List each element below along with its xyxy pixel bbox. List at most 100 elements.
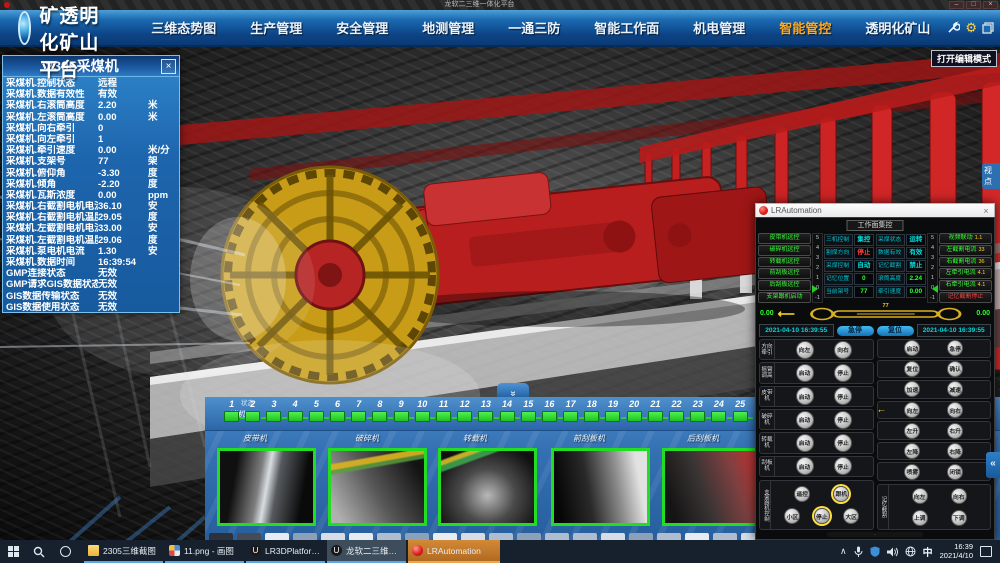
segment-indicator[interactable]	[288, 411, 303, 422]
round-button-a[interactable]: 加速	[904, 381, 920, 397]
microphone-icon[interactable]	[854, 546, 863, 557]
viewpoint-tab[interactable]: 视点	[982, 163, 1000, 189]
lr-close-icon[interactable]: ×	[980, 206, 992, 216]
segment-indicator[interactable]	[457, 411, 472, 422]
nav-item[interactable]: 透明化矿山	[848, 18, 947, 37]
round-button-b[interactable]: 停止	[834, 457, 852, 475]
panel-collapse-tab[interactable]: «	[986, 452, 1000, 478]
segment-indicator[interactable]	[394, 411, 409, 422]
search-button[interactable]	[26, 540, 52, 563]
segment-indicator[interactable]	[478, 411, 493, 422]
segment-indicator[interactable]	[648, 411, 663, 422]
segment-indicator[interactable]	[330, 411, 345, 422]
segment-indicator[interactable]	[669, 411, 684, 422]
round-button-b[interactable]: 向右	[947, 402, 963, 418]
strip-collapse-button[interactable]: »	[497, 383, 529, 397]
round-button-a[interactable]: 上调	[912, 510, 928, 526]
taskbar-task[interactable]: 龙软二三维一体化...	[327, 540, 406, 563]
round-button-b[interactable]: 闭锁	[947, 464, 963, 480]
round-button-b[interactable]: 向右	[951, 488, 967, 504]
nav-item[interactable]: 地测管理	[405, 18, 491, 37]
round-button-a[interactable]: 启动	[796, 457, 814, 475]
segment-indicator[interactable]	[436, 411, 451, 422]
segment-indicator[interactable]	[733, 411, 748, 422]
round-button-a[interactable]: 左升	[904, 423, 920, 439]
open-edit-mode-button[interactable]: 打开编辑模式	[931, 50, 997, 67]
nav-item[interactable]: 生产管理	[233, 18, 319, 37]
motor-status-button[interactable]: 右截割电流 36	[939, 257, 992, 268]
round-button-b[interactable]: 停止	[834, 364, 852, 382]
round-button-a[interactable]: 复位	[904, 361, 920, 377]
segment-indicator[interactable]	[711, 411, 726, 422]
motor-status-button[interactable]: 视频联动 1.1	[939, 233, 992, 244]
round-button-a[interactable]: 启动	[796, 434, 814, 452]
round-button-a[interactable]: 左降	[904, 443, 920, 459]
follow-mode-button[interactable]: 跟机	[833, 486, 849, 502]
network-globe-icon[interactable]	[905, 546, 916, 557]
taskbar-task[interactable]: LRAutomation	[408, 540, 500, 563]
panel-close-icon[interactable]: ×	[161, 59, 176, 74]
notification-center-icon[interactable]	[980, 546, 992, 557]
restore-window-icon[interactable]	[982, 22, 994, 34]
segment-indicator[interactable]	[563, 411, 578, 422]
segment-indicator[interactable]	[309, 411, 324, 422]
round-button-a[interactable]: 向左	[796, 341, 814, 359]
remote-control-button[interactable]: 破碎机远控	[758, 245, 811, 256]
round-button-b[interactable]: 确认	[947, 361, 963, 377]
camera-thumbnail[interactable]	[328, 448, 427, 526]
round-button-a[interactable]: 启动	[904, 340, 920, 356]
clock[interactable]: 16:39 2021/4/10	[940, 543, 973, 560]
segment-indicator[interactable]	[415, 411, 430, 422]
segment-indicator[interactable]	[584, 411, 599, 422]
taskbar-task[interactable]: 11.png - 画图	[165, 540, 244, 563]
nav-item[interactable]: 一通三防	[491, 18, 577, 37]
round-button-a[interactable]: 启动	[796, 364, 814, 382]
round-button-b[interactable]: 右降	[947, 443, 963, 459]
start-button[interactable]	[0, 540, 26, 563]
camera-thumbnail[interactable]	[551, 448, 650, 526]
remote-control-button[interactable]: 皮带机远控	[758, 233, 811, 244]
round-button-a[interactable]: 向左	[904, 402, 920, 418]
segment-indicator[interactable]	[351, 411, 366, 422]
camera-thumbnail[interactable]	[438, 448, 537, 526]
remote-control-button[interactable]: 支架跟机启动	[758, 292, 811, 303]
large-zone-button[interactable]: 大区	[843, 508, 859, 524]
gear-icon[interactable]: ⚙	[965, 21, 977, 34]
motor-status-button[interactable]: 右牵引电流 4.1	[939, 280, 992, 291]
lr-titlebar[interactable]: LRAutomation ×	[755, 203, 995, 217]
nav-item[interactable]: 智能工作面	[577, 18, 676, 37]
motor-status-button[interactable]: 左截割电流 33	[939, 245, 992, 256]
round-button-b[interactable]: 下调	[951, 510, 967, 526]
round-button-b[interactable]: 右升	[947, 423, 963, 439]
camera-thumbnail[interactable]	[662, 448, 761, 526]
tray-chevron-icon[interactable]: ∧	[840, 546, 847, 557]
nav-item[interactable]: 机电管理	[676, 18, 762, 37]
round-button-a[interactable]: 向左	[912, 488, 928, 504]
nav-item[interactable]: 三维态势图	[134, 18, 233, 37]
round-button-b[interactable]: 减速	[947, 381, 963, 397]
minimize-button[interactable]: –	[949, 1, 964, 9]
segment-indicator[interactable]	[690, 411, 705, 422]
defender-shield-icon[interactable]	[870, 546, 880, 557]
camera-thumbnail[interactable]	[217, 448, 316, 526]
maximize-button[interactable]: □	[966, 1, 981, 9]
round-button-a[interactable]: 喷雾	[904, 464, 920, 480]
segment-indicator[interactable]	[224, 411, 239, 422]
segment-indicator[interactable]	[245, 411, 260, 422]
segment-indicator[interactable]	[605, 411, 620, 422]
segment-indicator[interactable]	[542, 411, 557, 422]
round-button-b[interactable]: 停止	[834, 387, 852, 405]
small-zone-button[interactable]: 小区	[784, 508, 800, 524]
stop-zone-button[interactable]: 停止	[814, 508, 830, 524]
memory-cut-stop-button[interactable]: 记忆截割停止	[939, 292, 992, 303]
lr-footer-handle[interactable]: ..	[827, 532, 922, 537]
motor-status-button[interactable]: 左牵引电流 4.1	[939, 268, 992, 279]
round-button-a[interactable]: 启动	[796, 411, 814, 429]
taskbar-task[interactable]: 2305三维截图	[84, 540, 163, 563]
speaker-icon[interactable]	[887, 547, 898, 557]
round-button-b[interactable]: 急停	[947, 340, 963, 356]
segment-indicator[interactable]	[372, 411, 387, 422]
round-button-b[interactable]: 向右	[834, 341, 852, 359]
segment-indicator[interactable]	[521, 411, 536, 422]
segment-indicator[interactable]	[266, 411, 281, 422]
